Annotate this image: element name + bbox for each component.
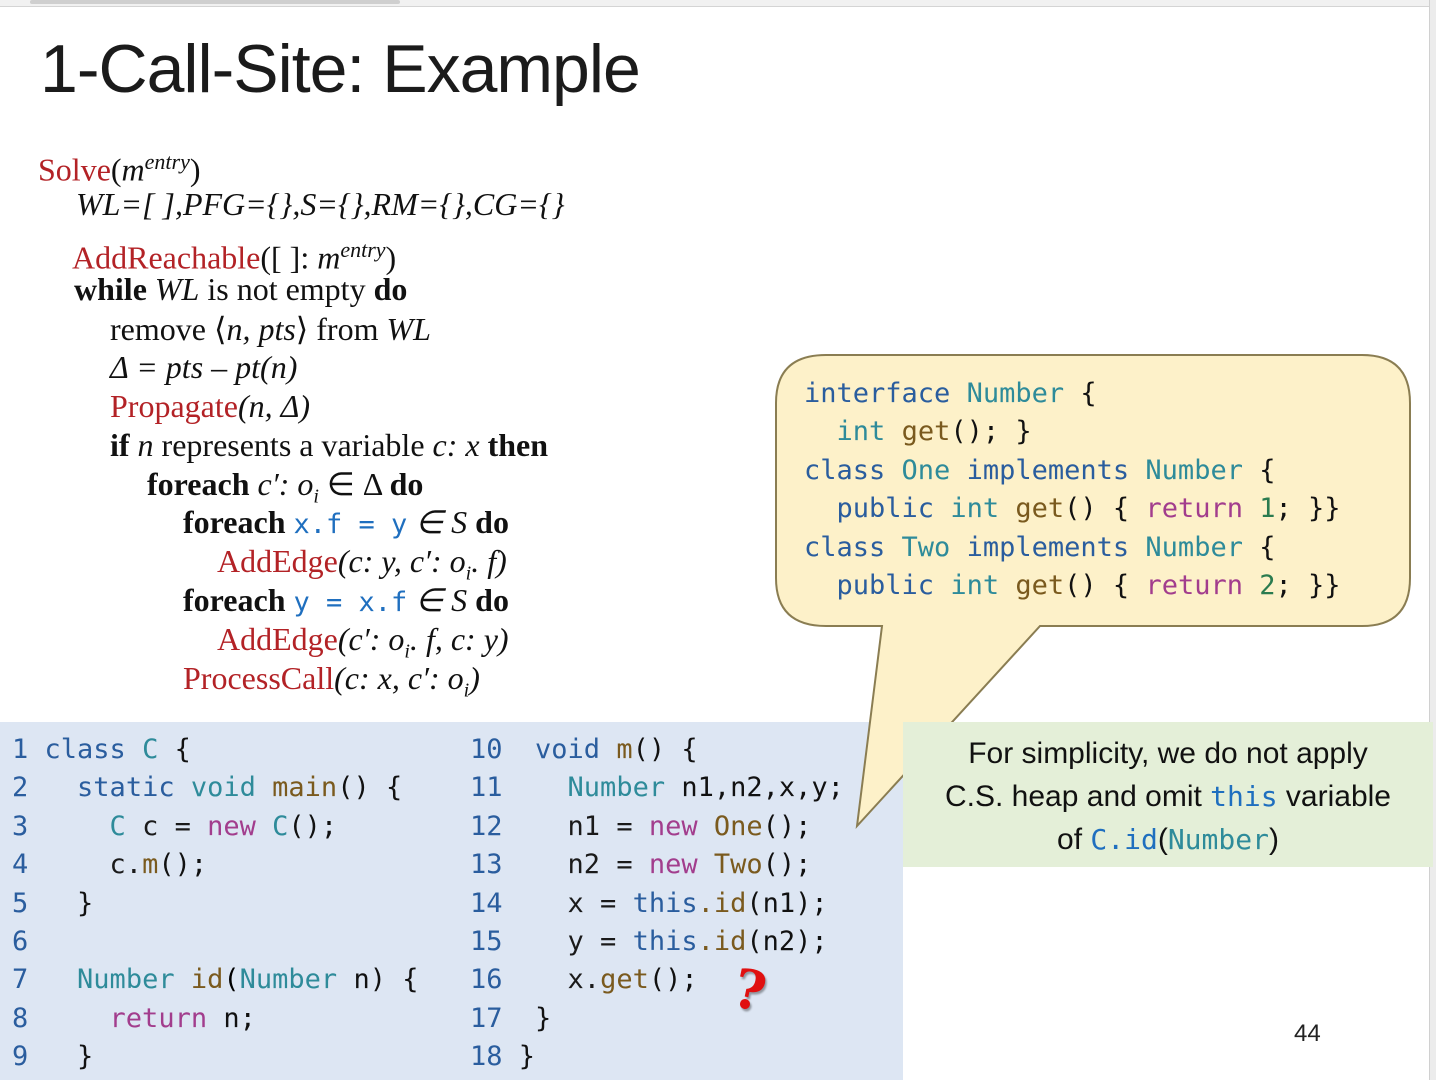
code-type: Number (1145, 531, 1243, 563)
code-keyword: class (804, 531, 886, 563)
code-type: One (901, 454, 951, 486)
note-text: ) (1268, 823, 1279, 856)
code-keyword: interface (804, 378, 951, 409)
code-type: Number (966, 378, 1065, 409)
code-keyword: class (804, 454, 886, 486)
code-keyword: int (950, 493, 1000, 525)
note-text: C.S. heap and omit (945, 780, 1211, 813)
code-keyword: public (836, 493, 935, 525)
page-number: 44 (1294, 1020, 1321, 1047)
note-code: this (1210, 780, 1278, 813)
callout-code: interface Number { int get(); } class On… (804, 375, 1341, 605)
code-number: 1 (1259, 493, 1276, 525)
code-function: get (1015, 570, 1065, 602)
code-function: get (901, 416, 951, 448)
note-code-type: Number (1167, 823, 1269, 856)
code-type: Two (901, 531, 951, 563)
note-text: ( (1157, 823, 1168, 856)
note-text: of (1057, 823, 1091, 856)
code-keyword: return (1145, 570, 1243, 602)
code-keyword: int (836, 416, 886, 448)
code-punct: { (1242, 454, 1276, 486)
code-keyword: return (1145, 493, 1243, 525)
code-punct: ; }} (1275, 570, 1341, 602)
code-punct: { (1242, 531, 1276, 563)
code-number: 2 (1259, 570, 1276, 602)
code-function: get (1015, 493, 1065, 525)
note-code: C.id (1090, 823, 1158, 856)
code-punct: { (1064, 378, 1097, 409)
note-line-2: C.S. heap and omit this variable (903, 775, 1433, 818)
note-text: variable (1277, 780, 1391, 813)
code-punct: () { (1064, 570, 1146, 602)
note-box: For simplicity, we do not apply C.S. hea… (903, 722, 1433, 867)
code-punct: ; }} (1275, 493, 1341, 525)
code-type: Number (1145, 454, 1243, 486)
code-keyword: implements (966, 531, 1130, 563)
note-line-1: For simplicity, we do not apply (968, 737, 1368, 770)
code-keyword: int (950, 570, 1000, 602)
code-punct: () { (1064, 493, 1146, 525)
code-keyword: public (836, 570, 935, 602)
note-line-3: of C.id(Number) (903, 818, 1433, 861)
code-keyword: implements (966, 454, 1130, 486)
code-punct: (); } (950, 416, 1032, 448)
